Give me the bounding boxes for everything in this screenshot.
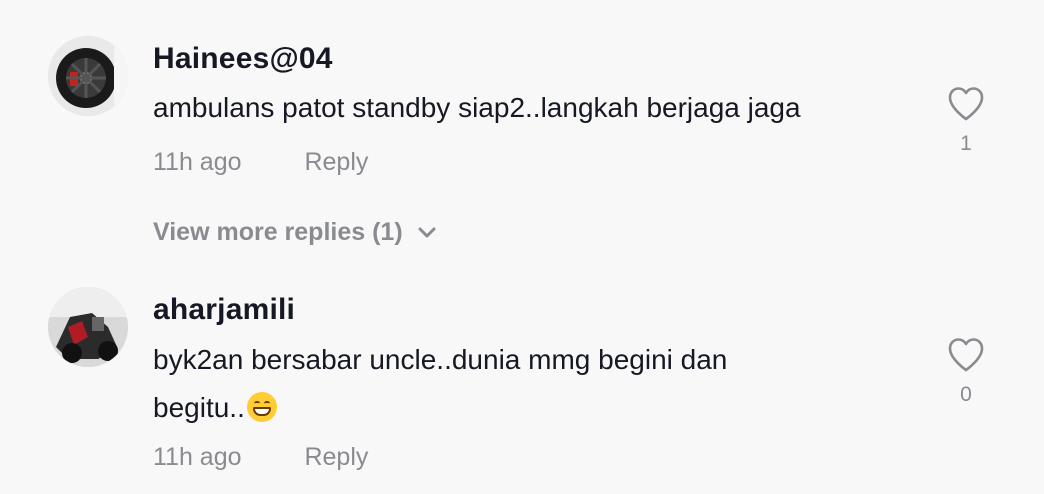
comment-meta: 11h ago Reply [153, 148, 368, 177]
grinning-face-emoji [246, 392, 277, 422]
timestamp: 11h ago [153, 443, 242, 471]
comment-text-fragment: begitu.. [153, 392, 245, 423]
comment-text-line: byk2an bersabar uncle..dunia mmg begini … [153, 344, 728, 375]
view-more-label: View more replies (1) [153, 218, 403, 246]
chevron-down-icon [418, 227, 436, 237]
heart-icon[interactable] [947, 86, 985, 122]
like-count: 0 [960, 383, 972, 406]
avatar[interactable] [48, 287, 128, 367]
timestamp: 11h ago [153, 148, 242, 176]
reply-button[interactable]: Reply [304, 148, 368, 176]
comment-text-line: begitu.. [153, 384, 933, 432]
comment-text: ambulans patot standby siap2..langkah be… [153, 92, 801, 123]
like-control: 1 [945, 86, 987, 156]
username[interactable]: aharjamili [153, 293, 295, 327]
reply-button[interactable]: Reply [304, 443, 368, 471]
like-count: 1 [960, 132, 972, 155]
view-more-replies-button[interactable]: View more replies (1) [153, 218, 437, 247]
heart-icon[interactable] [947, 337, 985, 373]
comment-text: byk2an bersabar uncle..dunia mmg begini … [153, 336, 933, 432]
comment-meta: 11h ago Reply [153, 443, 368, 472]
username[interactable]: Hainees@04 [153, 42, 333, 76]
avatar[interactable] [48, 36, 128, 116]
like-control: 0 [945, 337, 987, 407]
